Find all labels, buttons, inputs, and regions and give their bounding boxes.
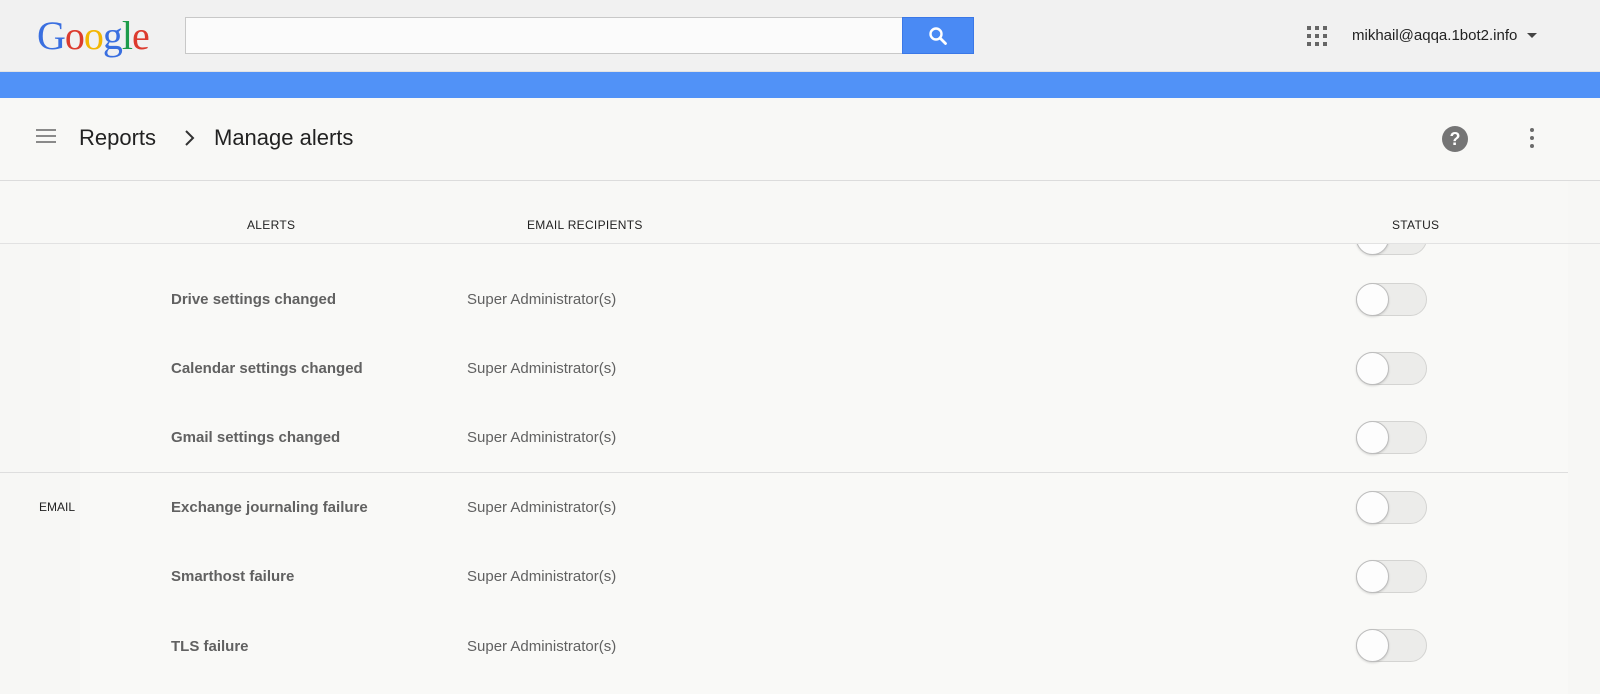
status-toggle[interactable] <box>1356 421 1427 454</box>
alert-recipients: Super Administrator(s) <box>467 360 617 377</box>
chevron-right-icon <box>185 130 195 146</box>
page-title: Manage alerts <box>214 125 354 150</box>
apps-grid-icon[interactable] <box>1307 26 1327 46</box>
search-button[interactable] <box>902 17 974 54</box>
status-toggle[interactable] <box>1356 352 1427 385</box>
logo-letter: G <box>37 13 66 58</box>
column-header-status[interactable]: STATUS <box>1392 218 1439 232</box>
alert-recipients: Super Administrator(s) <box>467 291 617 308</box>
alert-name[interactable]: Calendar settings changed <box>171 334 363 403</box>
alert-name[interactable]: Drive settings changed <box>171 265 336 334</box>
alert-name[interactable]: TLS failure <box>171 612 249 681</box>
page-header: Reports Manage alerts ? <box>0 98 1600 181</box>
toggle-knob <box>1356 560 1389 593</box>
breadcrumb-reports[interactable]: Reports <box>79 125 156 151</box>
toggle-knob <box>1356 283 1389 316</box>
logo-letter: o <box>64 13 85 58</box>
account-email: mikhail@aqqa.1bot2.info <box>1352 26 1518 44</box>
column-header-bar <box>0 181 1568 244</box>
column-header-alerts[interactable]: ALERTS <box>247 218 295 232</box>
logo-letter: e <box>132 13 150 58</box>
logo-letter: l <box>121 13 133 58</box>
more-vert-icon[interactable] <box>1526 128 1538 150</box>
toggle-knob <box>1356 629 1389 662</box>
status-toggle[interactable] <box>1356 283 1427 316</box>
menu-icon[interactable] <box>36 129 56 145</box>
account-menu[interactable]: mikhail@aqqa.1bot2.info <box>1352 25 1538 45</box>
toggle-knob <box>1356 421 1389 454</box>
alert-recipients: Super Administrator(s) <box>467 568 617 585</box>
logo-letter: g <box>102 13 123 58</box>
search-icon <box>929 26 947 45</box>
alert-name[interactable]: Smarthost failure <box>171 542 294 611</box>
status-toggle[interactable] <box>1356 629 1427 662</box>
alert-recipients: Super Administrator(s) <box>467 638 617 655</box>
column-header-recipients[interactable]: EMAIL RECIPIENTS <box>527 218 643 232</box>
divider <box>0 243 1600 244</box>
caret-down-icon <box>1527 32 1538 38</box>
toggle-knob <box>1356 491 1389 524</box>
status-toggle[interactable] <box>1356 560 1427 593</box>
alert-name[interactable]: Exchange journaling failure <box>171 473 368 542</box>
search-input[interactable] <box>185 17 903 54</box>
alert-name[interactable]: Gmail settings changed <box>171 403 340 472</box>
top-bar: Google mikhail@aqqa.1bot2.info <box>0 0 1600 72</box>
status-toggle[interactable] <box>1356 491 1427 524</box>
accent-band <box>0 72 1600 98</box>
google-logo[interactable]: Google <box>37 12 150 60</box>
logo-letter: o <box>83 13 104 58</box>
alert-recipients: Super Administrator(s) <box>467 429 617 446</box>
toggle-knob <box>1356 352 1389 385</box>
alert-recipients: Super Administrator(s) <box>467 499 617 516</box>
help-icon[interactable]: ? <box>1442 126 1468 152</box>
